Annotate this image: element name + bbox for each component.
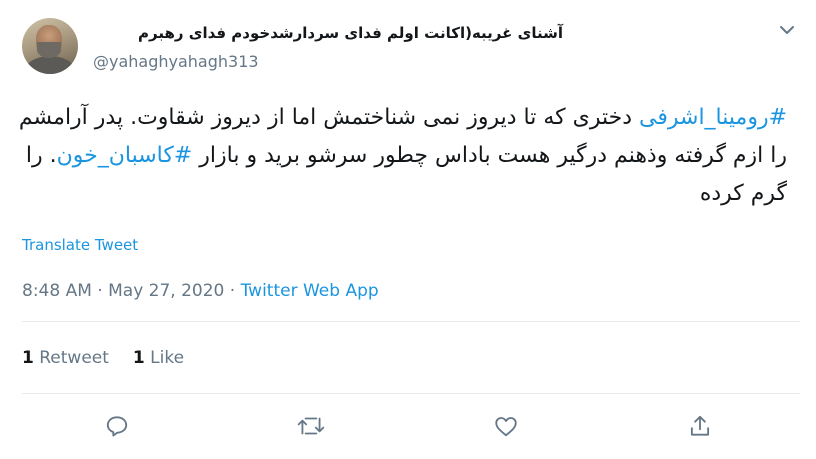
- tweet-date[interactable]: May 27, 2020: [108, 281, 224, 301]
- retweet-icon[interactable]: [296, 411, 326, 441]
- avatar-beard-shape: [37, 42, 61, 58]
- hashtag-link[interactable]: #رومینا_اشرفی: [639, 105, 787, 130]
- like-count: 1: [132, 348, 145, 368]
- meta-separator: ·: [229, 281, 236, 301]
- meta-separator: ·: [97, 281, 103, 301]
- author-handle[interactable]: @yahaghyahagh313: [93, 52, 259, 71]
- tweet-meta: 8:48 AM · May 27, 2020 · Twitter Web App: [22, 281, 379, 301]
- translate-tweet-link[interactable]: Translate Tweet: [22, 236, 138, 254]
- avatar-body-shape: [25, 56, 75, 74]
- share-icon[interactable]: [685, 411, 715, 441]
- tweet-time[interactable]: 8:48 AM: [22, 281, 92, 301]
- like-label: Like: [150, 348, 185, 368]
- tweet-text: #رومینا_اشرفی دختری که تا دیروز نمی شناخ…: [17, 99, 787, 213]
- chevron-down-icon[interactable]: [775, 18, 799, 42]
- retweet-count: 1: [22, 348, 34, 368]
- divider: [22, 393, 800, 394]
- likes-stat[interactable]: 1 Like: [133, 348, 184, 368]
- tweet-card: آشنای غریبه(اکانت اولم فدای سردارشدخودم …: [0, 0, 816, 459]
- heart-icon[interactable]: [491, 411, 521, 441]
- reply-icon[interactable]: [102, 411, 132, 441]
- divider: [22, 321, 800, 322]
- avatar[interactable]: [22, 18, 78, 74]
- tweet-source-link[interactable]: Twitter Web App: [241, 281, 379, 301]
- retweets-stat[interactable]: 1 Retweet: [22, 348, 109, 368]
- hashtag-link[interactable]: #کاسبان_خون: [57, 143, 193, 168]
- tweet-stats: 1 Retweet 1 Like: [22, 348, 184, 368]
- retweet-label: Retweet: [39, 348, 109, 368]
- author-display-name[interactable]: آشنای غریبه(اکانت اولم فدای سردارشدخودم …: [138, 24, 563, 42]
